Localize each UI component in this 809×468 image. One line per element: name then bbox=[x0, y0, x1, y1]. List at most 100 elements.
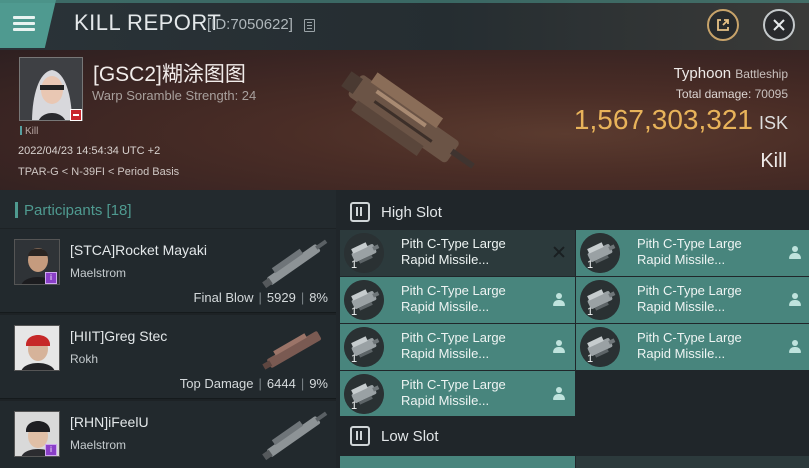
participants-count: Participants [18] bbox=[24, 202, 132, 219]
low-slot-title: Low Slot bbox=[381, 428, 439, 445]
participant-name[interactable]: [RHN]iFeelU bbox=[70, 414, 149, 430]
participant-stats: Final Blow | 5929 | 8% bbox=[193, 290, 328, 305]
missile-launcher-icon bbox=[344, 327, 384, 367]
copy-icon[interactable] bbox=[304, 19, 315, 32]
victim-ship-image bbox=[341, 71, 475, 169]
participant-ship: Maelstrom bbox=[70, 438, 127, 452]
module-name-line1: Pith C-Type Large bbox=[637, 236, 742, 251]
module-name-line1: Pith C-Type Large bbox=[401, 377, 506, 392]
module-name-line1: Pith C-Type Large bbox=[401, 236, 506, 251]
missile-launcher-icon bbox=[344, 374, 384, 414]
missile-launcher-icon bbox=[344, 280, 384, 320]
kill-location[interactable]: TPAR-G < N-39FI < Period Basis bbox=[18, 166, 179, 178]
dropped-person-icon bbox=[553, 293, 565, 307]
module-name: Pith C-Type Large Rapid Missile... bbox=[401, 330, 531, 362]
module-name: Pith C-Type Large Rapid Missile... bbox=[401, 236, 531, 268]
participant-damage: 6444 bbox=[266, 376, 296, 391]
high-slot-title: High Slot bbox=[381, 204, 442, 221]
participant-row[interactable]: i [RHN]iFeelU Maelstrom bbox=[0, 401, 336, 468]
participant-name[interactable]: [HIIT]Greg Stec bbox=[70, 328, 167, 344]
warp-scramble-strength: Warp Soramble Strength: 24 bbox=[92, 88, 257, 103]
participants-panel: Participants [18] i [STCA]Rocket Mayaki … bbox=[0, 190, 336, 468]
participant-name[interactable]: [STCA]Rocket Mayaki bbox=[70, 242, 207, 258]
kill-id: [ID:7050622] bbox=[207, 16, 293, 33]
dropped-person-icon bbox=[789, 340, 801, 354]
fitting-panel: High Slot 1 Pith C-Type Large Rapid Missil… bbox=[336, 190, 809, 468]
close-button[interactable] bbox=[763, 9, 795, 41]
menu-button[interactable] bbox=[0, 0, 56, 48]
module-name-line1: Pith C-Type Large bbox=[401, 330, 506, 345]
module-name: Pith C-Type Large Rapid Missile... bbox=[637, 236, 767, 268]
result-label: Kill bbox=[760, 150, 787, 172]
victim-status-tag: Kill bbox=[20, 126, 38, 137]
module-name: Pith C-Type Large Rapid Missile... bbox=[401, 377, 531, 409]
missile-launcher-icon bbox=[580, 280, 620, 320]
missile-launcher-icon bbox=[344, 233, 384, 273]
module-quantity: 1 bbox=[351, 259, 358, 271]
dropped-person-icon bbox=[789, 293, 801, 307]
participant-ship-image bbox=[262, 331, 322, 370]
victim-ship-type[interactable]: Typhoon Battleship bbox=[674, 65, 788, 82]
ship-name: Typhoon bbox=[673, 65, 732, 82]
module-name: Pith C-Type Large Rapid Missile... bbox=[637, 330, 767, 362]
module-tile[interactable]: 1 Pith C-Type Large Rapid Missile... bbox=[340, 277, 575, 323]
high-slot-icon bbox=[350, 202, 370, 222]
participant-row[interactable]: i [STCA]Rocket Mayaki Maelstrom Final Bl… bbox=[0, 229, 336, 313]
participant-ship: Rokh bbox=[70, 352, 99, 366]
participant-tag: Top Damage bbox=[179, 376, 254, 391]
low-slot-header: Low Slot bbox=[336, 416, 809, 454]
module-tile[interactable]: 1 Pith C-Type Large Rapid Missile... bbox=[340, 230, 575, 276]
isk-value: 1,567,303,321 ISK bbox=[574, 104, 788, 136]
module-quantity: 1 bbox=[351, 353, 358, 365]
isk-unit: ISK bbox=[758, 113, 788, 133]
page-title: KILL REPORT bbox=[74, 10, 222, 35]
module-name-line1: Pith C-Type Large bbox=[401, 283, 506, 298]
missile-launcher-icon bbox=[580, 327, 620, 367]
module-name: Pith C-Type Large Rapid Missile... bbox=[401, 283, 531, 315]
info-badge-icon[interactable]: i bbox=[45, 444, 57, 456]
participant-avatar bbox=[14, 325, 60, 371]
module-tile[interactable]: 1 Pith C-Type Large Rapid Missile... bbox=[576, 277, 809, 323]
total-damage-value: 70095 bbox=[754, 87, 788, 101]
participants-header[interactable]: Participants [18] bbox=[0, 190, 336, 228]
module-name: Pith C-Type Large Rapid Missile... bbox=[637, 283, 767, 315]
high-slot-header: High Slot bbox=[336, 192, 809, 230]
module-quantity: 1 bbox=[587, 353, 594, 365]
low-slot-icon bbox=[350, 426, 370, 446]
module-tile[interactable]: 1 Pith C-Type Large Rapid Missile... bbox=[340, 371, 575, 417]
module-tile[interactable]: 1 Pith C-Type Large Rapid Missile... bbox=[576, 324, 809, 370]
module-tile[interactable]: 1 Pith C-Type Large Rapid Missile... bbox=[576, 230, 809, 276]
module-name-line2: Rapid Missile... bbox=[401, 393, 490, 408]
module-name-line1: Pith C-Type Large bbox=[637, 330, 742, 345]
hamburger-menu-icon bbox=[13, 16, 35, 32]
module-name-line2: Rapid Missile... bbox=[637, 346, 726, 361]
participant-tag: Final Blow bbox=[193, 290, 254, 305]
participant-percent: 8% bbox=[309, 290, 328, 305]
info-badge-icon[interactable]: i bbox=[45, 272, 57, 284]
participant-ship-image bbox=[262, 239, 328, 289]
share-button[interactable] bbox=[707, 9, 739, 41]
participant-damage: 5929 bbox=[266, 290, 296, 305]
participant-percent: 9% bbox=[309, 376, 328, 391]
destroyed-icon bbox=[552, 245, 566, 259]
participant-ship-image bbox=[262, 411, 328, 461]
module-quantity: 1 bbox=[587, 306, 594, 318]
module-quantity: 1 bbox=[351, 306, 358, 318]
victim-summary: Kill [GSC2]糊涂图图 Warp Soramble Strength: … bbox=[0, 50, 809, 190]
total-damage-label: Total damage: bbox=[675, 87, 752, 101]
hostile-badge bbox=[70, 109, 82, 121]
participant-row[interactable]: [HIIT]Greg Stec Rokh Top Damage | 6444 | 9% bbox=[0, 315, 336, 399]
ship-class: Battleship bbox=[735, 67, 788, 81]
share-icon bbox=[717, 19, 729, 31]
module-tile[interactable]: 1 Pith C-Type Large Rapid Missile... bbox=[340, 324, 575, 370]
module-name-line2: Rapid Missile... bbox=[637, 299, 726, 314]
missile-launcher-icon bbox=[580, 233, 620, 273]
participant-stats: Top Damage | 6444 | 9% bbox=[179, 376, 328, 391]
module-name-line2: Rapid Missile... bbox=[637, 252, 726, 267]
victim-name[interactable]: [GSC2]糊涂图图 bbox=[93, 58, 246, 88]
total-damage: Total damage: 70095 bbox=[676, 87, 788, 101]
low-slot-module-peek[interactable] bbox=[340, 456, 575, 468]
low-slot-module-peek[interactable] bbox=[576, 456, 809, 468]
dropped-person-icon bbox=[553, 340, 565, 354]
module-quantity: 1 bbox=[351, 400, 358, 412]
